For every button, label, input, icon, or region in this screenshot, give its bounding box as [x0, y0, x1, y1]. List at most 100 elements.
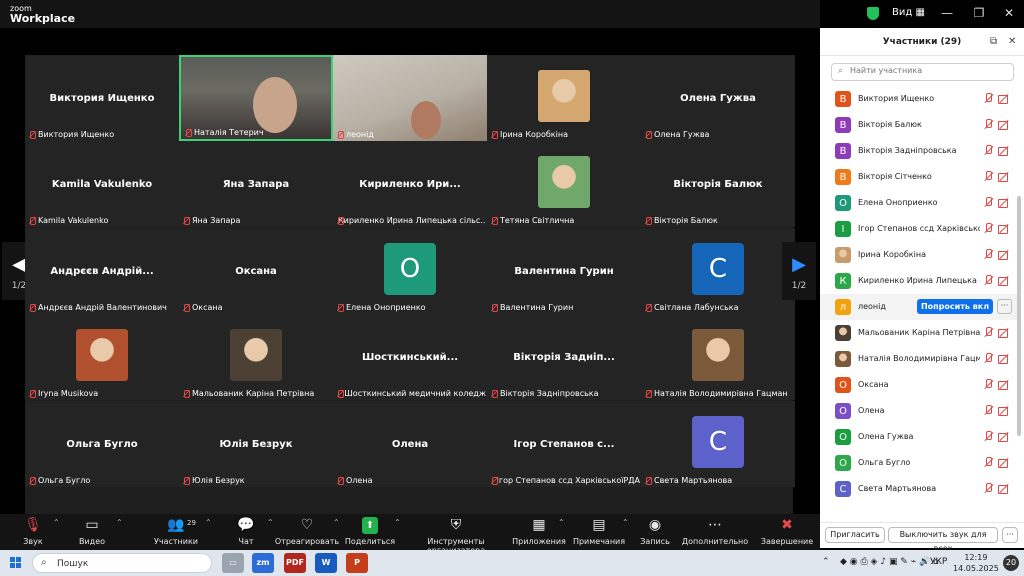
tray-chevron-icon[interactable]: ⌃ [822, 557, 830, 567]
panel-more-button[interactable]: ··· [1002, 527, 1018, 543]
mic-muted-icon [983, 197, 994, 208]
chevron-up-icon[interactable]: ⌃ [267, 518, 274, 527]
mic-muted-icon [490, 476, 498, 485]
video-tile[interactable]: Андрєєв Андрій... Андрєєв Андрій Валентин… [25, 228, 179, 314]
participant-more-button[interactable]: ··· [997, 299, 1012, 314]
chevron-up-icon[interactable]: ⌃ [394, 518, 401, 527]
video-tile[interactable]: Kamila Vakulenko Kamila Vakulenko [25, 141, 179, 227]
participant-row[interactable]: Ірина Коробкіна [820, 242, 1018, 268]
mic-muted-icon [182, 389, 190, 398]
mute-all-button[interactable]: Выключить звук для всех [888, 527, 998, 553]
video-tile[interactable]: Виктория Ищенко Виктория Ищенко [25, 55, 179, 141]
participant-scrollbar[interactable] [1017, 86, 1021, 516]
participant-row[interactable]: К Кириленко Ирина Липецька сі... [820, 268, 1018, 294]
participant-row[interactable]: В Вікторія Задніпровська [820, 138, 1018, 164]
clock-date: 14.05.2025 [953, 564, 999, 573]
chevron-right-icon: ▶ [792, 254, 806, 275]
video-tile[interactable]: Наталія Тетерич [179, 55, 333, 141]
video-tile[interactable]: Ольга Бугло Ольга Бугло [25, 401, 179, 487]
participant-row[interactable]: О Олена Гужва [820, 424, 1018, 450]
minimize-icon[interactable]: — [940, 6, 954, 20]
chevron-up-icon[interactable]: ⌃ [333, 518, 340, 527]
video-tile[interactable]: С Світлана Лабунська [641, 228, 795, 314]
participant-row[interactable]: О Ольга Бугло [820, 450, 1018, 476]
close-icon[interactable]: ✕ [1002, 6, 1016, 20]
participant-row[interactable]: О Оксана [820, 372, 1018, 398]
chevron-up-icon[interactable]: ⌃ [558, 518, 565, 527]
mic-muted-icon [28, 476, 36, 485]
pdf-app-icon[interactable]: PDF [284, 553, 306, 573]
popout-icon[interactable]: ⧉ [990, 36, 997, 47]
chevron-up-icon[interactable]: ⌃ [53, 518, 60, 527]
video-tile[interactable]: Шосткинський... Шосткинський медичний кол… [333, 314, 487, 400]
participant-status-icons [983, 457, 1011, 469]
participant-status-icons [983, 249, 1011, 261]
system-clock[interactable]: 12:19 14.05.2025 [953, 552, 999, 574]
participant-row[interactable]: л леонід Попросить вкл ··· [820, 294, 1018, 320]
tile-label-text: Оксана [192, 303, 223, 312]
video-tile[interactable]: Тетяна Світлична [487, 141, 641, 227]
video-tile[interactable]: Кириленко Ири... Кириленко Ирина Липецька… [333, 141, 487, 227]
restore-icon[interactable]: ❐ [972, 6, 986, 20]
video-tile[interactable]: Яна Запара Яна Запара [179, 141, 333, 227]
video-tile[interactable]: Вікторія Балюк Вікторія Балюк [641, 141, 795, 227]
tile-label-text: Кириленко Ирина Липецька сільс... [338, 216, 486, 225]
taskbar-search[interactable]: ⌕ Пошук [32, 553, 212, 573]
tray-apps-icon[interactable]: ◆ ◉ ⎙ ◈ ♪ ▣ ✎ ⌁ 🔊 ⌂ [840, 557, 939, 567]
video-tile[interactable]: Оксана Оксана [179, 228, 333, 314]
chevron-up-icon[interactable]: ⌃ [116, 518, 123, 527]
task-view-icon[interactable]: ▭ [222, 553, 244, 573]
search-input[interactable] [850, 66, 1010, 75]
brand-bottom: Workplace [10, 12, 76, 25]
participant-row[interactable]: І Ігор Степанов ссд Харківської... [820, 216, 1018, 242]
video-tile[interactable]: Вікторія Задніп... Вікторія Задніпровська [487, 314, 641, 400]
language-indicator[interactable]: УКР [930, 557, 947, 567]
participant-name: Вікторія Балюк [858, 120, 922, 129]
video-off-icon [998, 171, 1009, 182]
participant-name: Вікторія Сітченко [858, 172, 932, 181]
tile-label-text: Kamila Vakulenko [38, 216, 109, 225]
tile-display-name: Оксана [235, 266, 277, 277]
video-tile[interactable]: Валентина Гурин Валентина Гурин [487, 228, 641, 314]
chevron-up-icon[interactable]: ⌃ [622, 518, 629, 527]
participant-status-icons [983, 197, 1011, 209]
video-tile[interactable]: леонід [333, 55, 487, 141]
video-tile[interactable]: Олена Гужва Олена Гужва [641, 55, 795, 141]
notification-badge[interactable]: 20 [1003, 555, 1019, 571]
video-off-icon [998, 249, 1009, 260]
chevron-up-icon[interactable]: ⌃ [205, 518, 212, 527]
participant-row[interactable]: В Вікторія Балюк [820, 112, 1018, 138]
video-tile[interactable]: Олена Олена [333, 401, 487, 487]
video-tile[interactable]: С Света Мартьянова [641, 401, 795, 487]
participant-row[interactable]: В Вікторія Сітченко [820, 164, 1018, 190]
video-tile[interactable]: Наталія Володимирівна Гацман [641, 314, 795, 400]
encryption-shield-icon[interactable] [867, 7, 879, 20]
collapse-icon[interactable]: ✕ [1008, 36, 1016, 47]
participant-row[interactable]: Мальованик Каріна Петрівна [820, 320, 1018, 346]
view-button[interactable]: Вид ▦ [892, 7, 925, 18]
ask-to-unmute-button[interactable]: Попросить вкл [917, 299, 993, 314]
participant-name: Кириленко Ирина Липецька сі... [858, 276, 980, 285]
participant-row[interactable]: В Виктория Ищенко [820, 86, 1018, 112]
participant-row[interactable]: О Олена [820, 398, 1018, 424]
toolbar-video-button[interactable]: ▭ Видео [47, 517, 137, 546]
next-page-button[interactable]: ▶ 1/2 [782, 242, 816, 300]
zoom-taskbar-icon[interactable]: zm [252, 553, 274, 573]
participant-row[interactable]: О Елена Оноприенко [820, 190, 1018, 216]
powerpoint-app-icon[interactable]: P [346, 553, 368, 573]
participant-row[interactable]: С Света Мартьянова [820, 476, 1018, 502]
video-tile[interactable]: Iryna Musikova [25, 314, 179, 400]
word-app-icon[interactable]: W [315, 553, 337, 573]
video-tile[interactable]: Ігор Степанов с... Ігор Степанов ссд Харк… [487, 401, 641, 487]
participant-row[interactable]: Наталія Володимирівна Гацман [820, 346, 1018, 372]
avatar [835, 247, 851, 263]
shield-icon: ⛨ [450, 517, 462, 533]
windows-start-icon[interactable] [10, 557, 22, 569]
video-tile[interactable]: О Елена Оноприенко [333, 228, 487, 314]
invite-button[interactable]: Пригласить [825, 527, 885, 543]
video-tile[interactable]: Юлія Безрук Юлія Безрук [179, 401, 333, 487]
video-tile[interactable]: Мальованик Каріна Петрівна [179, 314, 333, 400]
video-tile[interactable]: Ірина Коробкіна [487, 55, 641, 141]
toolbar-end-button[interactable]: ✖ Завершение [742, 517, 832, 546]
participant-search[interactable]: ⌕ [831, 63, 1014, 81]
